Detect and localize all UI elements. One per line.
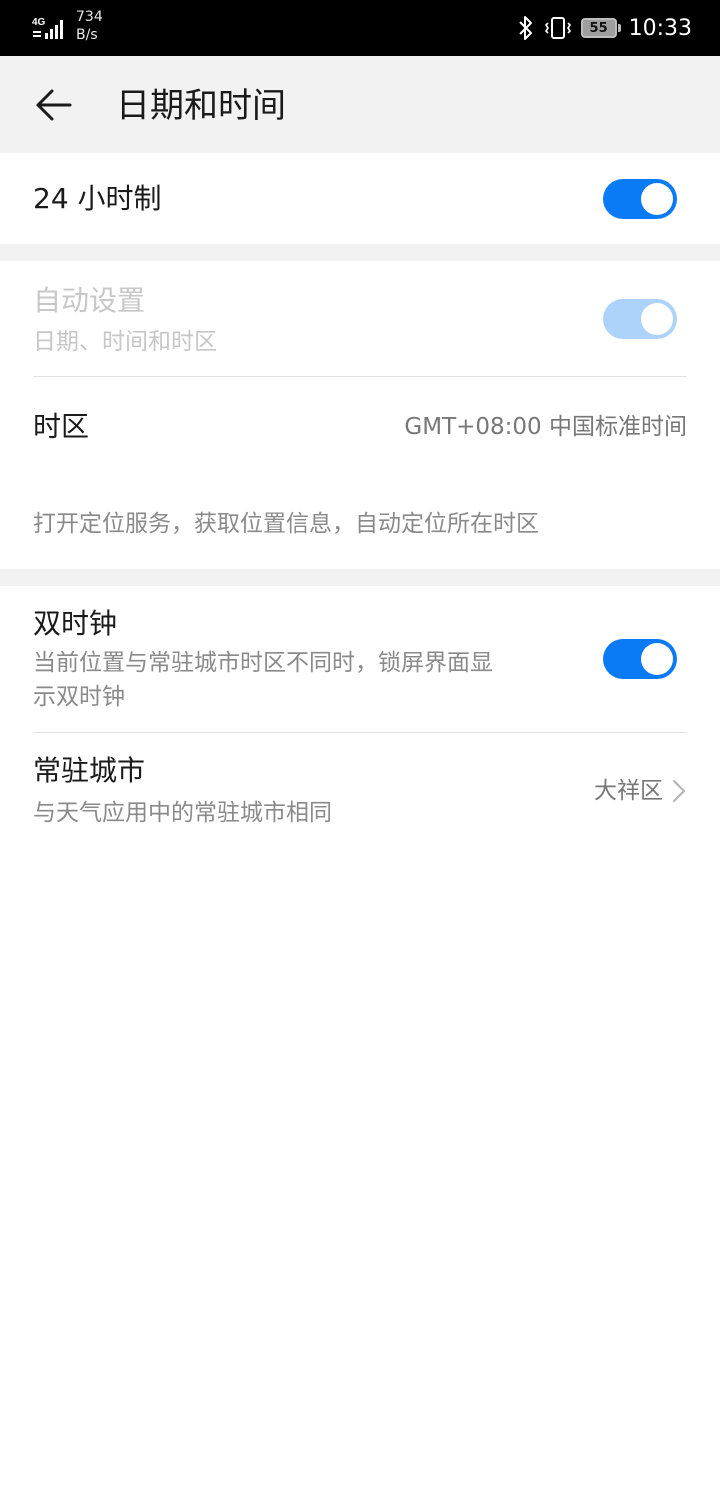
dual-clock-section: 双时钟 当前位置与常驻城市时区不同时，锁屏界面显 示双时钟 常驻城市 与天气应用… <box>0 586 720 846</box>
back-arrow-icon <box>36 89 72 121</box>
timezone-value: GMT+08:00 中国标准时间 <box>404 414 687 440</box>
signal-icon: 4G <box>32 17 63 39</box>
hour24-toggle[interactable] <box>603 179 677 219</box>
section-gap <box>0 244 720 261</box>
status-bar: 4G 734 B/s 55 10:33 <box>0 0 720 56</box>
dual-clock-row[interactable]: 双时钟 当前位置与常驻城市时区不同时，锁屏界面显 示双时钟 <box>0 586 720 732</box>
auto-set-toggle[interactable] <box>603 299 677 339</box>
bluetooth-icon <box>518 16 532 40</box>
network-speed-value: 734 <box>76 9 103 25</box>
page-title: 日期和时间 <box>116 86 286 126</box>
timezone-hint: 打开定位服务，获取位置信息，自动定位所在时区 <box>33 511 539 537</box>
home-city-value-wrap: 大祥区 <box>594 774 687 808</box>
home-city-label: 常驻城市 <box>33 754 146 787</box>
home-city-value: 大祥区 <box>594 778 663 804</box>
svg-text:4G: 4G <box>32 17 46 28</box>
network-speed: 734 B/s <box>76 8 103 44</box>
dual-clock-label: 双时钟 <box>33 607 118 640</box>
home-city-sublabel: 与天气应用中的常驻城市相同 <box>33 800 332 826</box>
dual-clock-toggle[interactable] <box>603 639 677 679</box>
status-time: 10:33 <box>628 15 692 41</box>
auto-set-row[interactable]: 自动设置 日期、时间和时区 <box>0 261 720 376</box>
chevron-right-icon <box>672 779 686 803</box>
back-button[interactable] <box>26 80 82 130</box>
home-city-row[interactable]: 常驻城市 与天气应用中的常驻城市相同 大祥区 <box>0 733 720 846</box>
network-speed-unit: B/s <box>76 27 98 43</box>
hour24-row[interactable]: 24 小时制 <box>0 153 720 244</box>
timezone-row[interactable]: 时区 GMT+08:00 中国标准时间 <box>0 377 720 477</box>
toggle-knob <box>641 183 673 215</box>
timezone-label: 时区 <box>33 410 90 443</box>
time-settings-section: 自动设置 日期、时间和时区 时区 GMT+08:00 中国标准时间 打开定位服务… <box>0 261 720 569</box>
toggle-knob <box>641 643 673 675</box>
auto-set-label: 自动设置 <box>33 284 146 317</box>
dual-clock-sublabel-line1: 当前位置与常驻城市时区不同时，锁屏界面显 <box>33 650 493 676</box>
toggle-knob <box>641 303 673 335</box>
hour24-label: 24 小时制 <box>33 182 162 215</box>
battery-icon: 55 <box>580 18 621 38</box>
section-gap <box>0 569 720 586</box>
dual-clock-sublabel-line2: 示双时钟 <box>33 684 125 710</box>
vibrate-icon <box>544 17 571 39</box>
app-bar: 日期和时间 <box>0 56 720 153</box>
battery-level: 55 <box>589 20 608 36</box>
auto-set-sublabel: 日期、时间和时区 <box>33 329 217 355</box>
